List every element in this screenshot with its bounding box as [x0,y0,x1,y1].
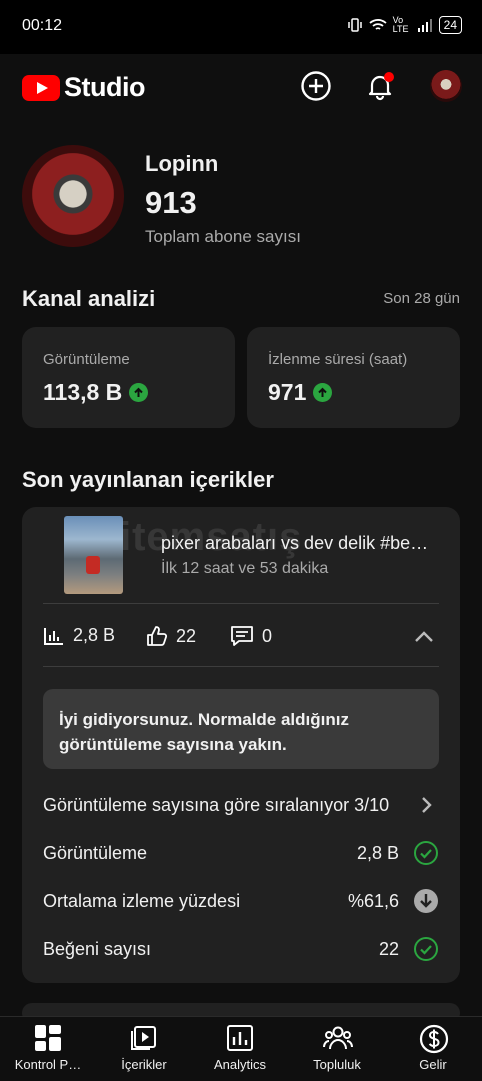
subscriber-count: 913 [145,185,197,220]
youtube-play-logo-icon [22,74,60,101]
views-row: Görüntüleme 2,8 B [43,838,439,868]
likes-row-label: Beğeni sayısı [43,939,152,959]
likes-row: Beğeni sayısı 22 [43,934,439,964]
divider [43,603,439,604]
analytics-icon [227,1025,253,1051]
views-metric-card[interactable]: Görüntüleme 113,8 B [22,327,235,428]
views-row-value: 2,8 B [356,843,399,863]
collapse-button[interactable] [412,625,436,649]
video-period: İlk 12 saat ve 53 dakika [161,560,329,577]
channel-avatar [22,145,124,247]
thumbnail-car [86,556,100,574]
create-button[interactable] [298,68,334,104]
channel-profile: Lopinn 913 Toplam abone sayısı [22,145,462,255]
comment-icon [231,626,253,646]
views-metric-value: 113,8 B [43,379,123,405]
channel-name: Lopinn [145,151,219,176]
performance-tip: İyi gidiyorsunuz. Normalde aldığınız gör… [43,689,439,769]
bottom-navigation: Kontrol P… İçerikler Analytics Topluluk … [0,1016,482,1081]
video-likes-stat: 22 [146,625,196,647]
trend-up-icon [129,383,149,402]
youtube-studio-logo: Studio [22,72,145,103]
latest-video-card: pixer arabaları vs dev delik #be… İlk 12… [22,507,460,983]
avg-percent-row: Ortalama izleme yüzdesi %61,6 [43,886,439,916]
top-bar: Studio [0,54,482,120]
watch-time-metric-value-row: 971 [268,379,333,406]
nav-earn-label: Gelir [419,1057,447,1072]
watch-time-metric-value: 971 [268,379,307,405]
chevron-right-icon [422,797,432,813]
performance-tip-text: İyi gidiyorsunuz. Normalde aldığınız gör… [59,710,349,754]
check-circle-icon [414,937,438,961]
views-metric-label: Görüntüleme [43,351,130,368]
subscriber-label: Toplam abone sayısı [145,227,301,246]
nav-earn[interactable]: Gelir [385,1017,481,1081]
video-views-stat: 2,8 B [43,625,115,646]
create-icon [301,71,331,101]
views-metric-value-row: 113,8 B [43,379,149,406]
ranking-label: Görüntüleme sayısına göre sıralanıyor 3/… [43,795,390,815]
likes-row-value: 22 [378,939,399,959]
views-row-label: Görüntüleme [43,843,148,863]
avg-percent-row-label: Ortalama izleme yüzdesi [43,891,241,911]
nav-analytics-label: Analytics [213,1057,267,1072]
nav-community[interactable]: Topluluk [289,1017,385,1081]
channel-analytics-title: Kanal analizi [22,286,156,311]
signal-icon [417,19,432,32]
chevron-up-icon [415,631,433,642]
logo-text: Studio [64,72,145,102]
video-thumbnail[interactable] [64,516,123,594]
watch-time-metric-card[interactable]: İzlenme süresi (saat) 971 [247,327,460,428]
watch-time-metric-label: İzlenme süresi (saat) [268,351,408,368]
nav-community-label: Topluluk [313,1057,361,1072]
community-icon [323,1026,353,1050]
trend-up-icon [313,383,333,402]
avg-percent-row-value: %61,6 [347,891,399,911]
video-likes-value: 22 [176,625,197,646]
arrow-down-circle-icon [414,889,438,913]
notification-bell-icon [368,72,394,101]
thumb-up-icon [147,626,168,646]
latest-content-title: Son yayınlanan içerikler [22,467,274,492]
status-bar: 00:12 Vo LTE 24 [0,0,482,54]
content-icon [131,1026,156,1050]
video-comments-value: 0 [262,625,273,646]
account-avatar[interactable] [430,70,462,102]
bar-chart-icon [44,627,63,645]
analytics-period: Son 28 gün [383,290,460,307]
video-comments-stat: 0 [230,625,272,647]
ranking-row[interactable]: Görüntüleme sayısına göre sıralanıyor 3/… [43,790,439,820]
nav-dashboard[interactable]: Kontrol P… [0,1017,96,1081]
watermark: itemsatış [120,515,303,559]
divider [43,666,439,667]
dashboard-icon [35,1025,61,1051]
nav-content-label: İçerikler [121,1057,167,1072]
status-icons: Vo LTE 24 [347,16,462,34]
wifi-icon [369,19,387,30]
nav-content[interactable]: İçerikler [96,1017,192,1081]
earn-icon [419,1024,449,1054]
vibrate-icon [347,18,362,32]
notifications-button[interactable] [362,68,398,104]
volte-label: Vo LTE [392,15,409,34]
nav-analytics[interactable]: Analytics [192,1017,288,1081]
video-views-value: 2,8 B [73,625,116,645]
battery-indicator: 24 [438,16,462,34]
status-time: 00:12 [22,17,63,34]
nav-dashboard-label: Kontrol P… [14,1057,82,1072]
check-circle-icon [414,841,438,865]
